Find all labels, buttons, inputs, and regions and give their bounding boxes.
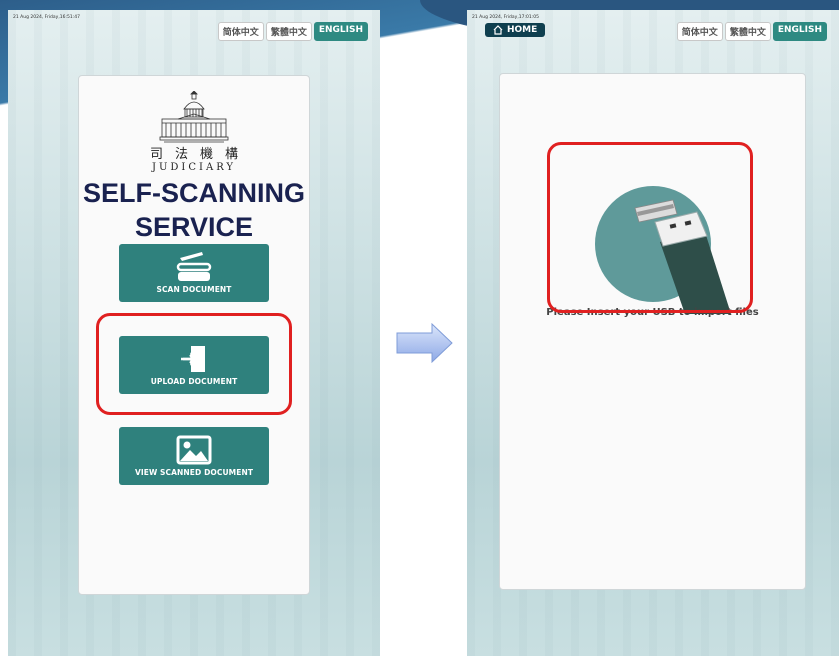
scanner-icon xyxy=(176,252,212,281)
logo-chinese-text: 司法機構 xyxy=(149,147,250,162)
home-button[interactable]: HOME xyxy=(485,23,546,37)
lang-traditional-chinese-button[interactable]: 繁體中文 xyxy=(265,22,312,41)
timestamp: 21 Aug 2024, Friday,16:51:47 xyxy=(13,15,80,20)
usb-illustration xyxy=(585,174,745,324)
image-icon xyxy=(176,435,212,465)
home-icon xyxy=(493,25,503,35)
page-title-line1: SELF-SCANNING xyxy=(83,178,305,208)
right-arrow-icon xyxy=(396,323,453,363)
upload-document-button[interactable]: UPLOAD DOCUMENT xyxy=(119,336,269,394)
home-label: HOME xyxy=(507,25,538,35)
view-scanned-document-label: VIEW SCANNED DOCUMENT xyxy=(134,468,254,477)
main-menu-screen: 21 Aug 2024, Friday,16:51:47 简体中文 繁體中文 E… xyxy=(8,10,380,656)
lang-simplified-chinese-button[interactable]: 简体中文 xyxy=(217,22,264,41)
upload-document-label: UPLOAD DOCUMENT xyxy=(150,377,238,386)
upload-arrow-icon xyxy=(181,346,205,372)
usb-card: Please Insert your USB to import files xyxy=(499,73,806,590)
page-title-line2: SERVICE xyxy=(134,212,254,242)
lang-english-button[interactable]: ENGLISH xyxy=(313,22,368,41)
lang-simplified-chinese-button[interactable]: 简体中文 xyxy=(676,22,723,41)
scan-document-label: SCAN DOCUMENT xyxy=(156,285,232,294)
court-building-icon xyxy=(159,91,229,143)
view-scanned-document-button[interactable]: VIEW SCANNED DOCUMENT xyxy=(119,427,269,485)
language-switcher: 简体中文 繁體中文 ENGLISH xyxy=(217,22,368,41)
judiciary-logo: 司法機構 JUDICIARY xyxy=(79,91,309,173)
lang-english-button[interactable]: ENGLISH xyxy=(772,22,827,41)
language-switcher: 简体中文 繁體中文 ENGLISH xyxy=(676,22,827,41)
timestamp: 21 Aug 2024, Friday,17:01:05 xyxy=(472,15,539,20)
menu-card: 司法機構 JUDICIARY SELF-SCANNING SERVICE SCA… xyxy=(78,75,310,595)
lang-traditional-chinese-button[interactable]: 繁體中文 xyxy=(724,22,771,41)
usb-drive-icon xyxy=(595,186,731,314)
usb-instruction-text: Please Insert your USB to import files xyxy=(546,307,759,318)
logo-english-text: JUDICIARY xyxy=(151,162,237,173)
usb-import-screen: 21 Aug 2024, Friday,17:01:05 HOME 简体中文 繁… xyxy=(467,10,839,656)
scan-document-button[interactable]: SCAN DOCUMENT xyxy=(119,244,269,302)
